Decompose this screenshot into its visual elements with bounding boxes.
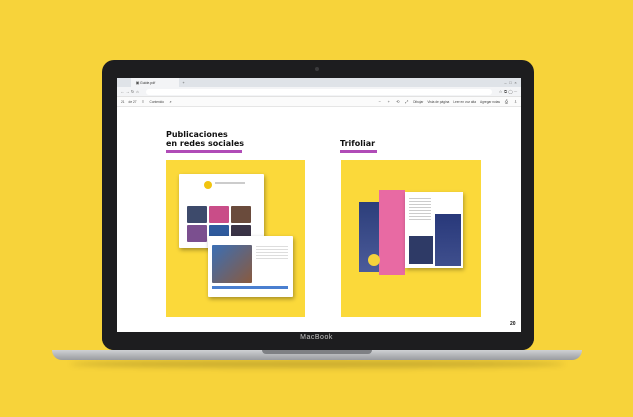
zoom-in-icon[interactable]: + <box>386 99 391 104</box>
post-photo <box>187 206 207 223</box>
laptop-brand: MacBook <box>300 334 333 341</box>
post-caption-lines <box>256 246 288 260</box>
fit-icon[interactable]: ⤢ <box>404 99 409 104</box>
tab-title: Guide.pdf <box>140 80 156 85</box>
post-photo <box>231 206 251 223</box>
search-icon[interactable]: ⌕ <box>168 99 173 104</box>
camera <box>315 67 319 71</box>
heading-social-posts: Publicaciones en redes sociales <box>166 130 245 148</box>
page-number: 20 <box>510 321 516 327</box>
new-tab-icon[interactable]: + <box>181 80 186 85</box>
rotate-icon[interactable]: ⟲ <box>395 99 400 104</box>
page-view-button[interactable]: Vista de página <box>427 100 449 104</box>
page-input[interactable]: 21 <box>121 100 125 104</box>
profile-text <box>215 182 245 184</box>
contents-icon[interactable]: ≡ <box>141 99 146 104</box>
draw-button[interactable]: Dibujar <box>413 100 423 104</box>
trifold-yellow-badge <box>368 254 380 266</box>
trifold-cover <box>435 214 461 266</box>
save-icon[interactable]: ⇩ <box>513 99 518 104</box>
add-notes-button[interactable]: Agregar notas <box>480 100 500 104</box>
trifold-text-lines <box>409 198 431 222</box>
heading-social-underline <box>166 150 242 153</box>
menu-icon[interactable]: ⋯ <box>513 89 518 94</box>
home-icon[interactable]: ⌂ <box>135 89 140 94</box>
address-bar: ← → ↻ ⌂ ☆ ⧉ ◯ ⋯ <box>117 87 521 97</box>
trifold-middle-panel <box>379 190 405 275</box>
laptop-shadow <box>70 360 565 368</box>
post-footer-bar <box>212 286 288 289</box>
heading-trifold: Trifoliar <box>340 139 376 148</box>
zoom-out-icon[interactable]: − <box>377 99 382 104</box>
tab-bar: ▣ Guide.pdf + – □ × <box>117 78 521 87</box>
print-icon[interactable]: ⎙ <box>504 99 509 104</box>
social-posts-image <box>166 160 305 317</box>
trifold-image <box>341 160 481 317</box>
pdf-toolbar: 21 de 27 ≡ Contenido ⌕ − + ⟲ ⤢ Dibujar V… <box>117 97 521 107</box>
browser-tab[interactable]: ▣ Guide.pdf <box>131 78 179 87</box>
laptop-notch <box>262 350 372 354</box>
heading-trifold-underline <box>340 150 377 153</box>
laptop-screen: ▣ Guide.pdf + – □ × ← → ↻ ⌂ ☆ ⧉ ◯ ⋯ 21 d… <box>117 78 521 332</box>
post-photo <box>187 225 207 242</box>
read-aloud-button[interactable]: Leer en voz alta <box>453 100 476 104</box>
profile-avatar <box>204 181 212 189</box>
trifold-photo <box>409 236 433 264</box>
close-icon[interactable]: × <box>513 80 518 85</box>
post-photo-large <box>212 245 252 283</box>
social-post-mockup-front <box>208 236 293 297</box>
trifold-right-sheet <box>405 192 463 268</box>
address-input[interactable] <box>146 88 492 95</box>
post-photo <box>209 206 229 223</box>
contents-button[interactable]: Contenido <box>150 100 165 104</box>
page-count: de 27 <box>128 99 137 104</box>
